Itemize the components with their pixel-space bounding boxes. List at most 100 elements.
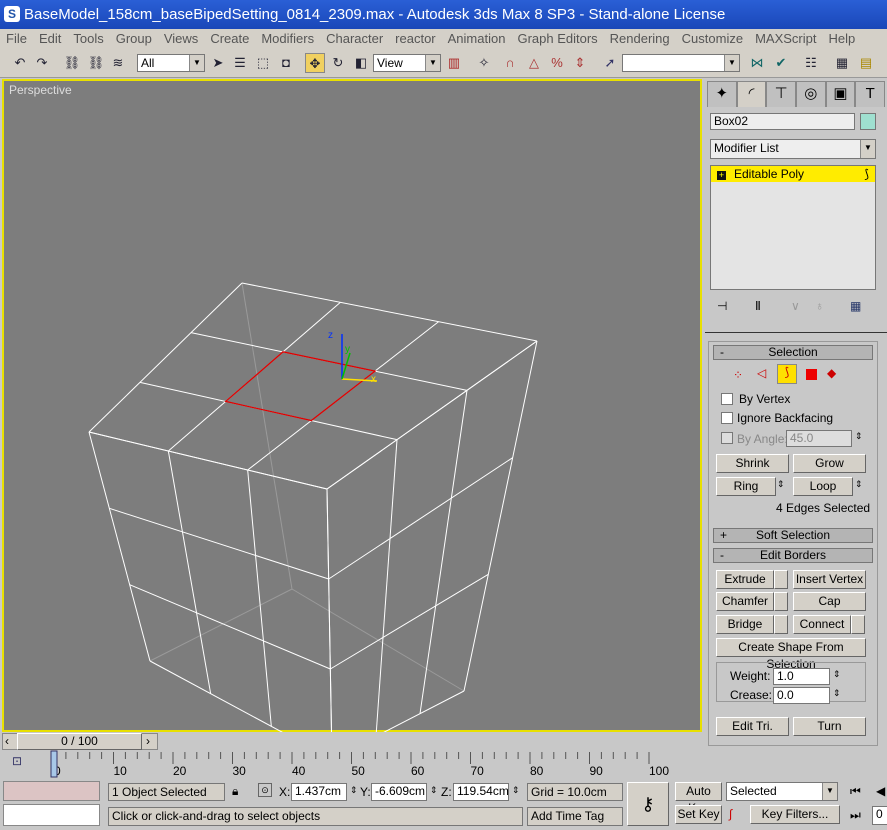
menu-graph-editors[interactable]: Graph Editors	[511, 29, 603, 49]
ring-button[interactable]: Ring	[716, 477, 776, 496]
show-end-result-icon[interactable]: Ⅱ	[755, 299, 761, 313]
y-spinner[interactable]: ⇕	[430, 785, 438, 796]
mirror-icon[interactable]: ⋈	[747, 53, 767, 73]
menu-animation[interactable]: Animation	[442, 29, 512, 49]
weight-spinner[interactable]: ⇕	[833, 669, 841, 680]
x-spinner[interactable]: ⇕	[350, 785, 358, 796]
key-mode-dropdown[interactable]: Selected ▼	[726, 782, 838, 801]
schematic-view-icon[interactable]: ▤	[856, 53, 876, 73]
default-tangents-icon[interactable]: ∫	[729, 807, 732, 821]
menu-tools[interactable]: Tools	[67, 29, 109, 49]
manipulate-icon[interactable]: ✧	[474, 53, 494, 73]
loop-button[interactable]: Loop	[793, 477, 853, 496]
modifier-list-dropdown[interactable]: Modifier List ▼	[710, 139, 876, 159]
add-time-tag[interactable]: Add Time Tag	[527, 807, 623, 826]
chamfer-settings-button[interactable]	[774, 592, 788, 611]
menu-group[interactable]: Group	[110, 29, 158, 49]
utilities-icon[interactable]: T	[855, 81, 886, 107]
bind-space-warp-icon[interactable]: ≋	[108, 53, 128, 73]
align-icon[interactable]: ✔	[771, 53, 791, 73]
auto-key-button[interactable]: Auto Key	[675, 782, 722, 815]
move-icon[interactable]: ✥	[305, 53, 325, 73]
cap-button[interactable]: Cap	[793, 592, 866, 611]
make-unique-icon[interactable]: ∨	[791, 299, 800, 313]
current-frame-field[interactable]: 0	[872, 806, 887, 825]
by-angle-checkbox[interactable]	[721, 432, 733, 444]
edit-named-selection-icon[interactable]: ➚	[600, 53, 620, 73]
key-filters-button[interactable]: Key Filters...	[750, 805, 840, 824]
turn-button[interactable]: Turn	[793, 717, 866, 736]
named-selection-dropdown[interactable]: ▼	[622, 54, 740, 72]
modify-icon[interactable]: ◜	[736, 81, 767, 107]
menu-create[interactable]: Create	[204, 29, 255, 49]
loop-spinner[interactable]: ⇕	[855, 479, 863, 490]
z-coordinate-field[interactable]: 119.54cm	[453, 783, 509, 801]
create-shape-button[interactable]: Create Shape From Selection	[716, 638, 866, 671]
snap-icon[interactable]: ∩	[500, 53, 520, 73]
chamfer-button[interactable]: Chamfer	[716, 592, 774, 611]
menu-rendering[interactable]: Rendering	[604, 29, 676, 49]
insert-vertex-button[interactable]: Insert Vertex	[793, 570, 866, 589]
edge-mode-icon[interactable]: ◁	[757, 366, 766, 380]
select-by-name-icon[interactable]: ☰	[230, 53, 250, 73]
bridge-settings-button[interactable]	[774, 615, 788, 634]
element-mode-icon[interactable]: ◆	[827, 366, 836, 380]
z-spinner[interactable]: ⇕	[512, 785, 520, 796]
weight-field[interactable]: 1.0	[773, 668, 830, 685]
expand-icon[interactable]: +	[717, 171, 726, 180]
layer-manager-icon[interactable]: ☷	[801, 53, 821, 73]
reference-coord-dropdown[interactable]: View ▼	[373, 54, 441, 72]
rect-selection-icon[interactable]: ⬚	[253, 53, 273, 73]
lock-selection-icon[interactable]: 🔒︎	[232, 784, 238, 799]
ignore-backfacing-checkbox[interactable]	[721, 412, 733, 424]
y-coordinate-field[interactable]: -6.609cm	[371, 783, 427, 801]
time-slider-thumb[interactable]: 0 / 100	[17, 733, 142, 750]
unlink-icon[interactable]: ⛓	[86, 53, 106, 73]
pivot-center-icon[interactable]: ▥	[444, 53, 464, 73]
angle-field[interactable]: 45.0	[786, 430, 852, 447]
border-mode-icon[interactable]: ⟆	[777, 364, 797, 384]
track-bar[interactable]: ⊡ 0102030405060708090100	[0, 750, 887, 778]
menu-file[interactable]: File	[0, 29, 33, 49]
vertex-mode-icon[interactable]: ⁘	[733, 368, 743, 382]
display-icon[interactable]: ▣	[825, 81, 856, 107]
soft-selection-rollout-header[interactable]: + Soft Selection	[713, 528, 873, 543]
menu-modifiers[interactable]: Modifiers	[255, 29, 320, 49]
pin-stack-icon[interactable]: ⊣	[717, 299, 727, 313]
shrink-button[interactable]: Shrink	[716, 454, 789, 473]
menu-views[interactable]: Views	[158, 29, 204, 49]
extrude-settings-button[interactable]	[774, 570, 788, 589]
edit-borders-rollout-header[interactable]: - Edit Borders	[713, 548, 873, 563]
time-slider[interactable]: ‹ 0 / 100 ›	[2, 733, 158, 750]
go-to-start-icon[interactable]: ⏮	[850, 784, 861, 799]
window-crossing-icon[interactable]: ◘	[276, 53, 296, 73]
menu-maxscript[interactable]: MAXScript	[749, 29, 822, 49]
menu-character[interactable]: Character	[320, 29, 389, 49]
crease-field[interactable]: 0.0	[773, 687, 830, 704]
curve-editor-icon[interactable]: ▦	[832, 53, 852, 73]
menu-help[interactable]: Help	[822, 29, 861, 49]
motion-icon[interactable]: ◎	[796, 81, 826, 107]
configure-modifier-sets-icon[interactable]: ▦	[850, 299, 861, 313]
angle-snap-icon[interactable]: △	[524, 53, 544, 73]
stack-item-editable-poly[interactable]: + Editable Poly ⟆	[711, 166, 875, 182]
selection-rollout-header[interactable]: - Selection	[713, 345, 873, 360]
menu-reactor[interactable]: reactor	[389, 29, 441, 49]
polygon-mode-icon[interactable]	[806, 369, 817, 380]
edit-tri-button[interactable]: Edit Tri.	[716, 717, 789, 736]
key-mode-toggle-icon[interactable]: ⏭	[850, 808, 861, 823]
prev-frame-arrow[interactable]: ‹	[5, 734, 9, 748]
spinner-snap-icon[interactable]: ⇕	[570, 53, 590, 73]
remove-modifier-icon[interactable]: ♁	[815, 299, 824, 313]
extrude-button[interactable]: Extrude	[716, 570, 774, 589]
next-frame-arrow[interactable]: ›	[146, 734, 150, 748]
select-link-icon[interactable]: ⛓	[62, 53, 82, 73]
connect-button[interactable]: Connect	[793, 615, 851, 634]
rotate-icon[interactable]: ↻	[328, 53, 348, 73]
grow-button[interactable]: Grow	[793, 454, 866, 473]
percent-snap-icon[interactable]: %	[547, 53, 567, 73]
hierarchy-icon[interactable]: ⊤	[766, 81, 797, 107]
selection-filter-dropdown[interactable]: All ▼	[137, 54, 205, 72]
crease-spinner[interactable]: ⇕	[833, 688, 841, 699]
bridge-button[interactable]: Bridge	[716, 615, 774, 634]
